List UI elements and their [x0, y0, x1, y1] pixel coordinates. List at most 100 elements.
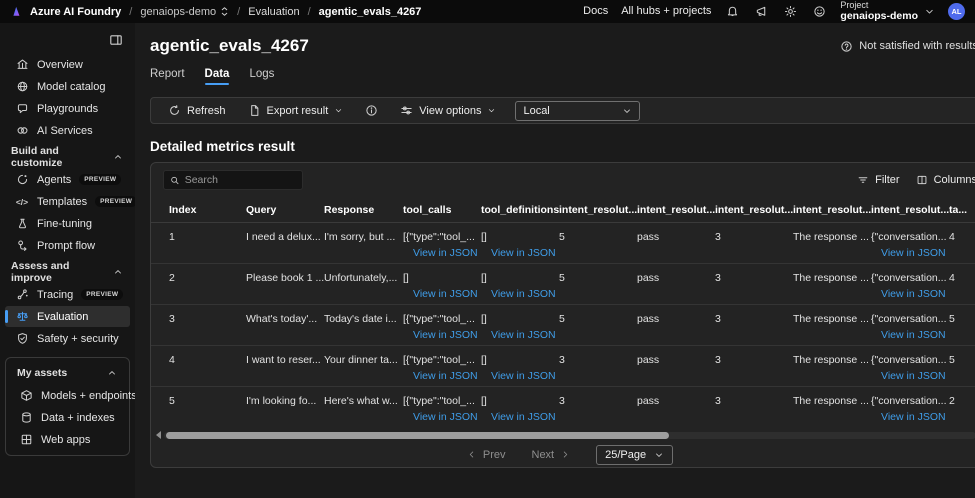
feedback-link[interactable]: Not satisfied with results? — [840, 40, 975, 53]
cell-intent-resolution: The response ... — [793, 313, 869, 325]
feedback-smiley-icon[interactable] — [811, 3, 827, 19]
view-in-json-link[interactable]: View in JSON — [413, 329, 478, 341]
chevron-up-icon — [115, 270, 121, 274]
view-in-json-link[interactable]: View in JSON — [491, 411, 556, 423]
column-header[interactable]: intent_resolut... — [637, 204, 715, 216]
chevron-down-icon — [656, 453, 663, 457]
view-in-json-link[interactable]: View in JSON — [491, 370, 556, 382]
column-header[interactable]: Query — [246, 204, 324, 216]
view-in-json-link[interactable]: View in JSON — [491, 288, 556, 300]
cell-index: 5 — [169, 395, 175, 407]
scrollbar-track[interactable] — [164, 431, 975, 439]
cell-response: Today's date i... — [324, 313, 397, 325]
metrics-table-panel: Filter Columns Index Query Response tool… — [150, 162, 975, 468]
cell-intent-resolution: 5 — [559, 231, 565, 243]
cell-intent-resolution: pass — [637, 313, 660, 325]
cell-query: Please book 1 ... — [246, 272, 324, 284]
table-header-row: Index Query Response tool_calls tool_def… — [151, 197, 975, 223]
cell-index: 3 — [169, 313, 175, 325]
cell-intent-resolution: 3 — [715, 354, 721, 366]
brand-title[interactable]: Azure AI Foundry — [30, 6, 121, 18]
filter-button[interactable]: Filter — [857, 174, 900, 186]
sidebar-section-build-and-customize[interactable]: Build and customize — [0, 145, 135, 169]
view-in-json-link[interactable]: View in JSON — [413, 247, 478, 259]
breadcrumb-section[interactable]: Evaluation — [248, 6, 299, 18]
tab-report[interactable]: Report — [150, 68, 185, 85]
page-size-select[interactable]: 25/Page — [596, 444, 674, 465]
cell-task-adherence: 4 — [949, 231, 955, 243]
settings-gear-icon[interactable] — [782, 3, 798, 19]
view-in-json-link[interactable]: View in JSON — [413, 288, 478, 300]
docs-link[interactable]: Docs — [583, 5, 608, 17]
notifications-bell-icon[interactable] — [724, 3, 740, 19]
avatar[interactable]: AL — [948, 2, 965, 20]
cell-task-adherence: 5 — [949, 354, 955, 366]
column-header[interactable]: tool_definitions — [481, 204, 559, 216]
project-switcher[interactable]: Project genaiops-demo — [840, 0, 935, 21]
dataset-select[interactable]: Local — [515, 100, 641, 121]
next-page-button[interactable]: Next — [532, 449, 571, 461]
breadcrumb-project[interactable]: genaiops-demo — [140, 6, 229, 18]
breadcrumb-separator: / — [307, 5, 311, 18]
sidebar-section-assess-and-improve[interactable]: Assess and improve — [0, 260, 135, 284]
column-header[interactable]: Index — [151, 204, 246, 216]
tab-logs[interactable]: Logs — [249, 68, 274, 85]
sidebar-item-overview[interactable]: Overview — [5, 54, 130, 75]
scrollbar-thumb[interactable] — [166, 431, 670, 439]
grid-icon — [19, 433, 33, 447]
export-result-button[interactable]: Export result — [241, 98, 351, 123]
table-row: 4 I want to reser... Your dinner ta... [… — [151, 346, 975, 387]
view-options-button[interactable]: View options — [393, 98, 503, 123]
breadcrumb-separator: / — [237, 5, 241, 18]
search-input-wrapper — [163, 170, 303, 190]
column-header[interactable]: intent_resolut... — [871, 204, 949, 216]
view-in-json-link[interactable]: View in JSON — [881, 329, 946, 341]
search-input[interactable] — [184, 174, 296, 186]
sidebar-section-my-assets[interactable]: My assets — [6, 362, 129, 384]
sidebar-item-agents[interactable]: Agents PREVIEW — [5, 169, 130, 190]
view-in-json-link[interactable]: View in JSON — [491, 247, 556, 259]
all-hubs-projects-link[interactable]: All hubs + projects — [621, 5, 711, 17]
sidebar-item-data-indexes[interactable]: Data + indexes — [9, 407, 126, 428]
cell-intent-resolution: The response ... — [793, 231, 869, 243]
column-header[interactable]: intent_resolut... — [715, 204, 793, 216]
sidebar-item-fine-tuning[interactable]: Fine-tuning — [5, 213, 130, 234]
cell-intent-resolution: pass — [637, 354, 660, 366]
column-header[interactable]: tool_calls — [403, 204, 481, 216]
sidebar-item-web-apps[interactable]: Web apps — [9, 429, 126, 450]
column-header[interactable]: intent_resolut... — [793, 204, 871, 216]
view-in-json-link[interactable]: View in JSON — [413, 370, 478, 382]
sidebar-item-evaluation[interactable]: Evaluation — [5, 306, 130, 327]
column-header[interactable]: Response — [324, 204, 403, 216]
view-in-json-link[interactable]: View in JSON — [881, 411, 946, 423]
sidebar-item-safety-security[interactable]: Safety + security — [5, 328, 130, 349]
sidebar-item-models-endpoints[interactable]: Models + endpoints — [9, 385, 135, 406]
columns-button[interactable]: Columns — [916, 174, 975, 186]
column-header[interactable]: ta... — [949, 204, 975, 216]
view-in-json-link[interactable]: View in JSON — [881, 370, 946, 382]
view-in-json-link[interactable]: View in JSON — [881, 247, 946, 259]
sidebar-item-ai-services[interactable]: AI Services — [5, 120, 130, 141]
overlapping-circles-icon — [15, 124, 29, 138]
main-content: agentic_evals_4267 Not satisfied with re… — [135, 23, 975, 498]
column-header[interactable]: intent_resolut... — [559, 204, 637, 216]
scroll-left-arrow-icon[interactable] — [156, 431, 161, 439]
metrics-heading: Detailed metrics result — [150, 139, 295, 154]
tab-data[interactable]: Data — [204, 68, 229, 85]
sidebar-item-tracing[interactable]: Tracing PREVIEW — [5, 284, 130, 305]
sidebar-item-templates[interactable]: </> Templates PREVIEW — [5, 191, 135, 212]
view-in-json-link[interactable]: View in JSON — [491, 329, 556, 341]
selected-indicator — [5, 310, 8, 323]
refresh-button[interactable]: Refresh — [161, 98, 233, 123]
cell-intent-resolution: 3 — [559, 354, 565, 366]
view-in-json-link[interactable]: View in JSON — [413, 411, 478, 423]
sidebar-item-playgrounds[interactable]: Playgrounds — [5, 98, 130, 119]
prev-page-button[interactable]: Prev — [467, 449, 506, 461]
info-button[interactable] — [358, 98, 385, 123]
preview-badge: PREVIEW — [79, 174, 122, 185]
view-in-json-link[interactable]: View in JSON — [881, 288, 946, 300]
sidebar-item-prompt-flow[interactable]: Prompt flow — [5, 235, 130, 256]
sidebar-item-model-catalog[interactable]: Model catalog — [5, 76, 130, 97]
announcements-megaphone-icon[interactable] — [753, 3, 769, 19]
collapse-panel-icon[interactable] — [109, 33, 123, 47]
